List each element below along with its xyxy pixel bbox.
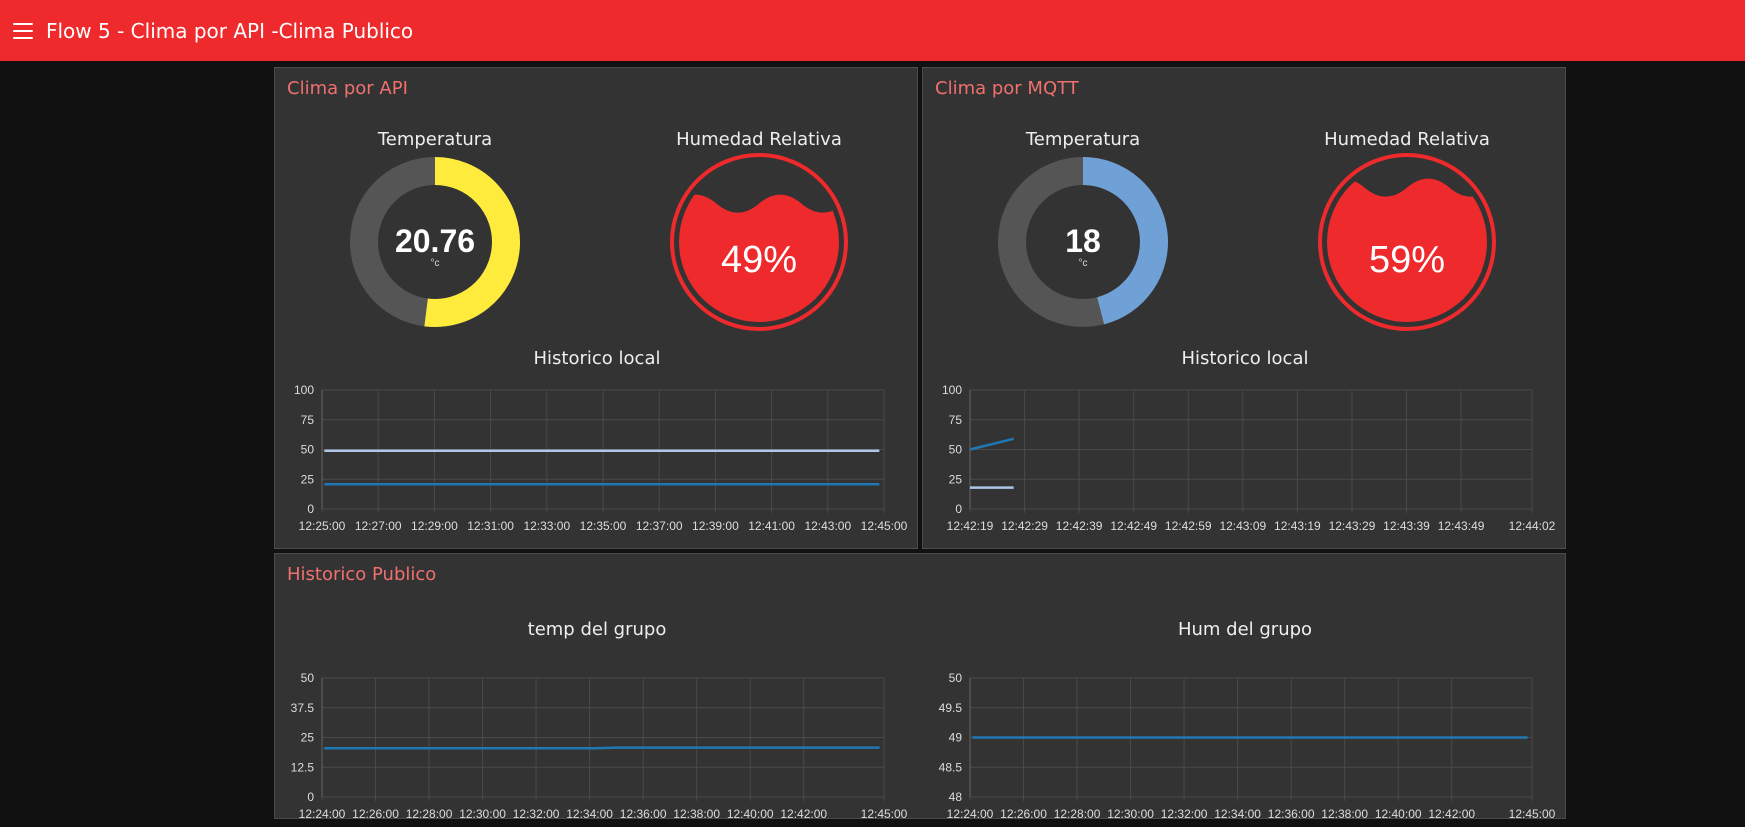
hum-level-gauge: 59% (1318, 153, 1496, 331)
x-tick-label: 12:27:00 (355, 519, 402, 533)
x-tick-label: 12:42:59 (1165, 519, 1212, 533)
group-clima-api: Clima por API Temperatura Humedad Relati… (274, 67, 918, 549)
series-line (324, 746, 880, 750)
x-tick-label: 12:28:00 (406, 807, 453, 821)
x-tick-label: 12:39:00 (692, 519, 739, 533)
top-bar: Flow 5 - Clima por API -Clima Publico (0, 0, 1745, 61)
y-tick-label: 49.5 (939, 701, 963, 715)
x-tick-label: 12:36:00 (1268, 807, 1315, 821)
x-tick-label: 12:26:00 (352, 807, 399, 821)
hum-grupo-chart: 50 49.5 49 48.5 48 12:24:00 12:26:00 12:28:00 12… (939, 671, 1556, 821)
group-title: Clima por MQTT (935, 78, 1079, 99)
y-tick-label: 100 (294, 383, 314, 397)
x-tick-label: 12:45:00 (861, 807, 908, 821)
x-tick-label: 12:42:00 (780, 807, 827, 821)
gauge-value: 20.76 (395, 223, 475, 259)
y-tick-label: 25 (949, 472, 963, 486)
gauge-unit: °c (431, 258, 440, 269)
gauge-value: 59% (1369, 239, 1445, 281)
y-tick-label: 100 (942, 383, 962, 397)
x-tick-label: 12:42:00 (1428, 807, 1475, 821)
x-tick-label: 12:30:00 (1107, 807, 1154, 821)
x-tick-label: 12:44:02 (1509, 519, 1556, 533)
x-tick-label: 12:28:00 (1054, 807, 1101, 821)
y-tick-label: 50 (949, 671, 963, 685)
x-tick-label: 12:29:00 (411, 519, 458, 533)
x-tick-label: 12:25:00 (299, 519, 346, 533)
x-tick-label: 12:34:00 (566, 807, 613, 821)
y-tick-label: 25 (301, 731, 315, 745)
y-tick-label: 0 (955, 502, 962, 516)
x-tick-label: 12:37:00 (636, 519, 683, 533)
temp-donut-gauge: 18°c (998, 157, 1168, 327)
x-tick-label: 12:43:09 (1219, 519, 1266, 533)
x-tick-label: 12:43:49 (1438, 519, 1485, 533)
group-title: Clima por API (287, 78, 408, 99)
x-tick-label: 12:34:00 (1214, 807, 1261, 821)
x-tick-label: 12:42:39 (1056, 519, 1103, 533)
group-clima-mqtt: Clima por MQTT Temperatura Humedad Relat… (922, 67, 1566, 549)
temp-grupo-chart: 50 37.5 25 12.5 0 12:24:00 12:26:00 12:28:00 12:… (291, 671, 908, 821)
y-tick-label: 49 (949, 731, 963, 745)
x-tick-label: 12:40:00 (727, 807, 774, 821)
gauge-value: 18 (1065, 223, 1101, 259)
y-tick-label: 50 (949, 443, 963, 457)
x-tick-label: 12:40:00 (1375, 807, 1422, 821)
x-tick-label: 12:45:00 (1509, 807, 1556, 821)
x-tick-label: 12:45:00 (861, 519, 908, 533)
historico-local-chart: 100 75 50 25 0 12:42:19 12:42:29 12:42:39 12:42:… (942, 383, 1556, 533)
x-tick-label: 12:24:00 (947, 807, 994, 821)
x-tick-label: 12:43:19 (1274, 519, 1321, 533)
y-tick-label: 48 (949, 790, 963, 804)
x-tick-label: 12:42:19 (947, 519, 994, 533)
historico-local-chart: 100 75 50 25 0 12:25:00 12:27:00 12:29:00 12:31:… (294, 383, 908, 533)
x-tick-label: 12:26:00 (1000, 807, 1047, 821)
x-tick-label: 12:43:00 (804, 519, 851, 533)
x-tick-label: 12:32:00 (513, 807, 560, 821)
x-tick-label: 12:35:00 (580, 519, 627, 533)
y-tick-label: 48.5 (939, 760, 963, 774)
hum-level-gauge: 49% (670, 153, 848, 331)
temp-donut-gauge: 20.76°c (350, 157, 520, 327)
x-tick-label: 12:43:29 (1329, 519, 1376, 533)
y-tick-label: 0 (307, 790, 314, 804)
series-line (969, 437, 1014, 451)
x-tick-label: 12:42:29 (1001, 519, 1048, 533)
y-tick-label: 50 (301, 671, 315, 685)
x-tick-label: 12:43:39 (1383, 519, 1430, 533)
x-tick-label: 12:33:00 (523, 519, 570, 533)
x-tick-label: 12:30:00 (459, 807, 506, 821)
y-tick-label: 25 (301, 472, 315, 486)
x-tick-label: 12:31:00 (467, 519, 514, 533)
y-tick-label: 50 (301, 443, 315, 457)
x-tick-label: 12:38:00 (673, 807, 720, 821)
x-tick-label: 12:36:00 (620, 807, 667, 821)
x-tick-label: 12:42:49 (1110, 519, 1157, 533)
y-tick-label: 75 (301, 413, 315, 427)
y-tick-label: 75 (949, 413, 963, 427)
group-historico-publico: Historico Publico temp del grupo Hum del… (274, 553, 1566, 821)
gauge-value: 49% (721, 239, 797, 281)
gauge-unit: °c (1079, 258, 1088, 269)
app-title: Flow 5 - Clima por API -Clima Publico (46, 18, 414, 43)
x-tick-label: 12:24:00 (299, 807, 346, 821)
y-tick-label: 12.5 (291, 760, 315, 774)
x-tick-label: 12:32:00 (1161, 807, 1208, 821)
x-tick-label: 12:38:00 (1321, 807, 1368, 821)
menu-icon[interactable] (13, 22, 33, 39)
x-tick-label: 12:41:00 (748, 519, 795, 533)
y-tick-label: 37.5 (291, 701, 315, 715)
y-tick-label: 0 (307, 502, 314, 516)
